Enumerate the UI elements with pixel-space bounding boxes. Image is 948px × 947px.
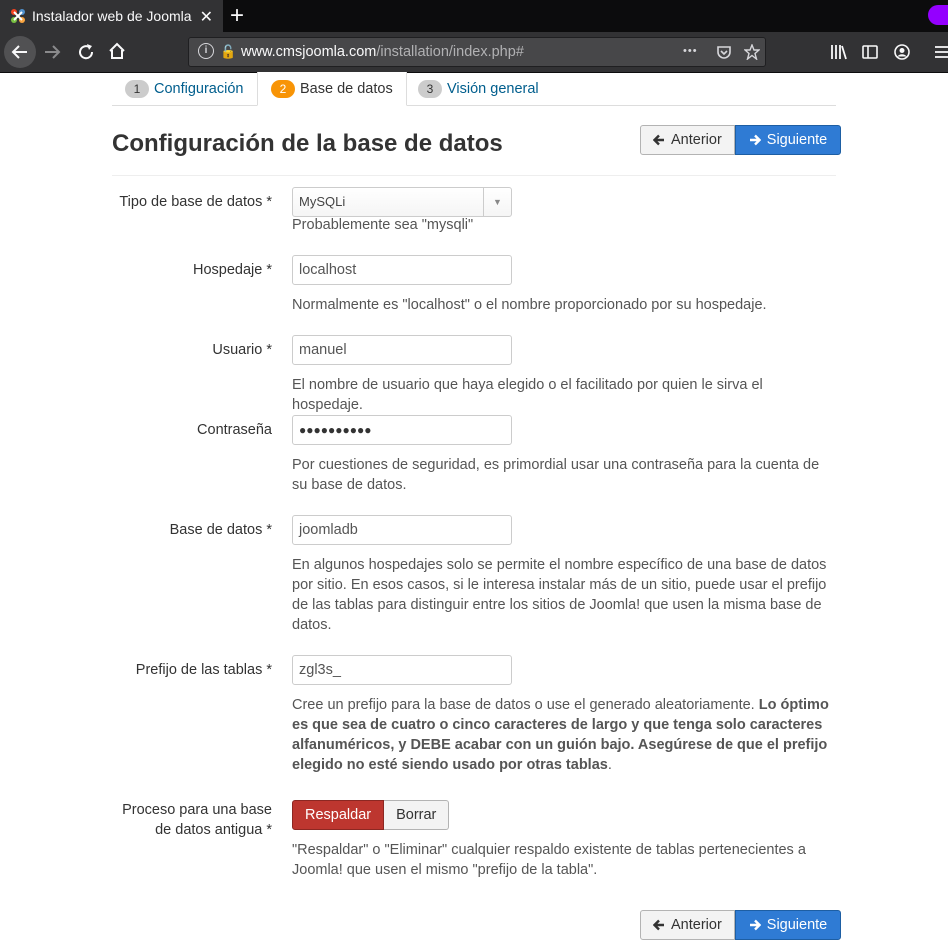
chevron-down-icon[interactable]: ▼ <box>483 188 511 216</box>
browser-tab[interactable]: Instalador web de Joomla ✕ <box>0 0 223 32</box>
old-db-label: Proceso para una base de datos antigua * <box>122 802 272 838</box>
menu-icon[interactable] <box>934 45 948 59</box>
database-input[interactable]: joomladb <box>292 515 512 545</box>
prefix-help-end: . <box>607 757 612 773</box>
site-info-icon[interactable]: i <box>198 43 214 59</box>
password-help: Por cuestiones de seguridad, es primordi… <box>292 457 820 493</box>
url-domain: www.cmsjoomla.com <box>241 44 377 60</box>
password-input[interactable]: ●●●●●●●●●● <box>292 415 512 445</box>
tab-base-de-datos[interactable]: 2 Base de datos <box>257 72 407 106</box>
next-label: Siguiente <box>766 917 828 933</box>
next-button-bottom[interactable]: Siguiente <box>734 910 842 940</box>
prefix-label: Prefijo de las tablas * <box>135 662 272 678</box>
url-path: /installation/index.php# <box>376 44 524 60</box>
private-browsing-icon <box>928 5 948 25</box>
backup-option-button[interactable]: Respaldar <box>292 800 385 830</box>
step-badge: 3 <box>418 79 442 98</box>
database-help: En algunos hospedajes solo se permite el… <box>292 557 827 633</box>
browser-tab-strip: Instalador web de Joomla ✕ + <box>0 0 948 32</box>
install-steps-tabs: 1 Configuración 2 Base de datos 3 Visión… <box>112 72 836 106</box>
forward-arrow-icon[interactable] <box>43 43 61 61</box>
arrow-right-icon <box>749 134 761 146</box>
host-help: Normalmente es "localhost" o el nombre p… <box>292 297 767 313</box>
close-tab-icon[interactable]: ✕ <box>200 7 213 27</box>
insecure-lock-icon[interactable]: 🔓 <box>220 44 236 60</box>
back-arrow-icon <box>11 45 27 59</box>
library-icon[interactable] <box>830 44 848 60</box>
db-type-value: MySQLi <box>299 194 346 209</box>
page-actions-icon[interactable]: ••• <box>683 45 698 57</box>
url-text[interactable]: www.cmsjoomla.com/installation/index.php… <box>241 44 524 60</box>
prefix-help: Cree un prefijo para la base de datos o … <box>292 695 837 775</box>
user-label: Usuario * <box>212 342 272 358</box>
database-label: Base de datos * <box>169 522 272 538</box>
host-label: Hospedaje * <box>193 262 272 278</box>
user-help: El nombre de usuario que haya elegido o … <box>292 377 763 413</box>
next-label: Siguiente <box>766 132 828 148</box>
step-badge: 2 <box>271 79 295 98</box>
previous-button-bottom[interactable]: Anterior <box>640 910 735 940</box>
pocket-icon[interactable] <box>716 44 732 60</box>
step-badge: 1 <box>125 79 149 98</box>
new-tab-button[interactable]: + <box>230 3 244 29</box>
host-input[interactable]: localhost <box>292 255 512 285</box>
tab-label: Base de datos <box>300 80 393 97</box>
reload-icon[interactable] <box>77 43 95 61</box>
bookmark-star-icon[interactable] <box>744 44 760 60</box>
tab-configuracion[interactable]: 1 Configuración <box>112 72 256 105</box>
tab-vision-general[interactable]: 3 Visión general <box>405 72 552 105</box>
db-type-select[interactable]: MySQLi ▼ <box>292 187 512 217</box>
page-title: Configuración de la base de datos <box>112 130 503 157</box>
arrow-right-icon <box>749 919 761 931</box>
arrow-left-icon <box>653 919 664 931</box>
tab-label: Visión general <box>447 80 539 97</box>
delete-option-button[interactable]: Borrar <box>384 800 450 830</box>
previous-label: Anterior <box>671 132 722 148</box>
back-button[interactable] <box>4 36 36 68</box>
prefix-input[interactable]: zgl3s_ <box>292 655 512 685</box>
next-button[interactable]: Siguiente <box>734 125 842 155</box>
old-db-process-toggle: Respaldar Borrar <box>292 800 450 830</box>
prefix-help-text: Cree un prefijo para la base de datos o … <box>292 697 759 713</box>
account-icon[interactable] <box>894 44 910 60</box>
joomla-favicon-icon <box>11 9 25 23</box>
db-type-help: Probablemente sea "mysqli" <box>292 217 474 233</box>
user-input[interactable]: manuel <box>292 335 512 365</box>
old-db-help: "Respaldar" o "Eliminar" cualquier respa… <box>292 842 806 878</box>
url-bar[interactable]: i 🔓 www.cmsjoomla.com/installation/index… <box>188 37 766 67</box>
home-icon[interactable] <box>108 42 126 60</box>
password-label: Contraseña <box>197 422 272 438</box>
arrow-left-icon <box>653 134 664 146</box>
sidebar-icon[interactable] <box>862 44 878 60</box>
divider <box>112 175 836 176</box>
tab-label: Configuración <box>154 80 244 97</box>
browser-tab-title: Instalador web de Joomla <box>32 8 192 24</box>
top-nav-buttons: Anterior Siguiente <box>640 125 842 155</box>
bottom-nav-buttons: Anterior Siguiente <box>640 910 842 940</box>
db-type-label: Tipo de base de datos * <box>119 194 272 210</box>
browser-toolbar: i 🔓 www.cmsjoomla.com/installation/index… <box>0 32 948 73</box>
previous-label: Anterior <box>671 917 722 933</box>
previous-button[interactable]: Anterior <box>640 125 735 155</box>
